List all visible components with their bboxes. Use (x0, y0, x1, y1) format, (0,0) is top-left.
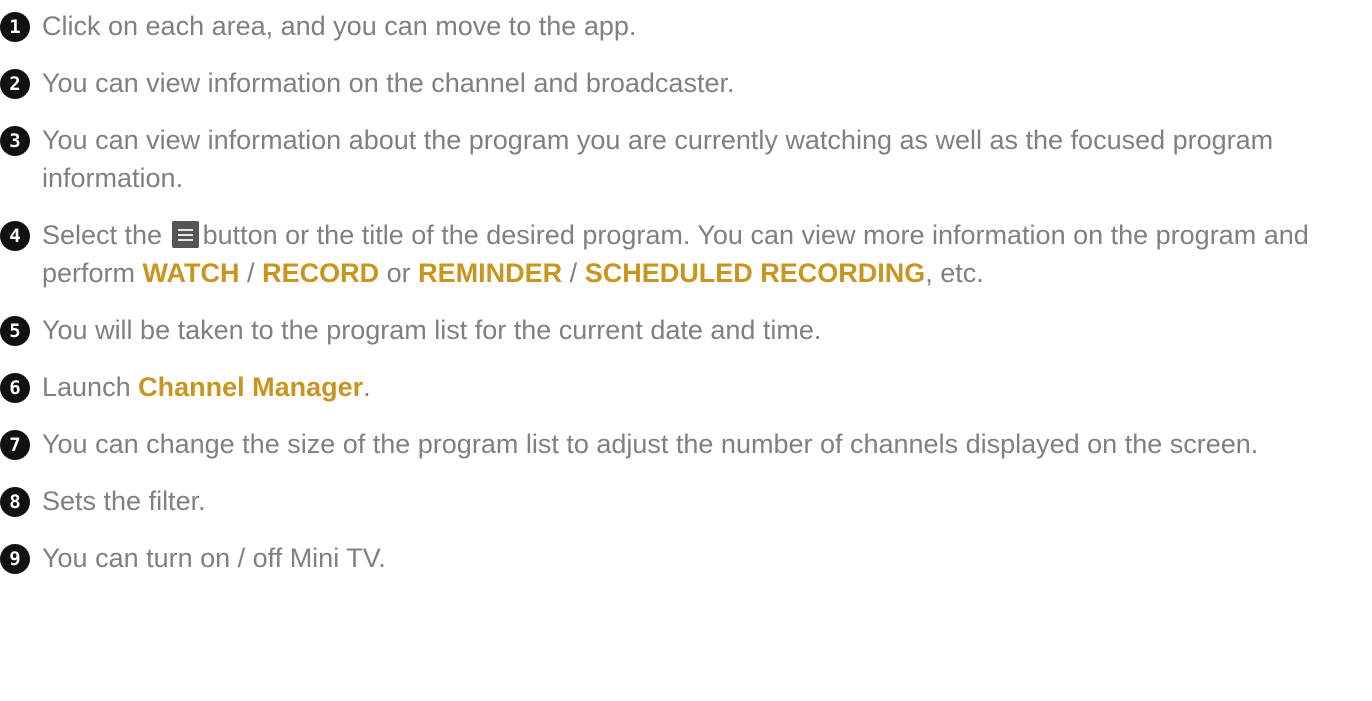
list-item-4: 4 Select the button or the title of the … (0, 216, 1372, 292)
channel-manager-label: Channel Manager (138, 372, 364, 402)
list-item-8: 8 Sets the filter. (0, 482, 1372, 520)
item-text: You can turn on / off Mini TV. (42, 543, 386, 573)
list-item-3: 3 You can view information about the pro… (0, 121, 1372, 197)
watch-label: WATCH (142, 258, 240, 288)
reminder-label: REMINDER (418, 258, 563, 288)
period-text: . (363, 372, 371, 402)
list-item-7: 7 You can change the size of the program… (0, 425, 1372, 463)
slash-separator: / (569, 258, 578, 288)
record-label: RECORD (262, 258, 380, 288)
item-text: You can change the size of the program l… (42, 429, 1259, 459)
menu-lines-icon (171, 221, 199, 249)
number-badge-2: 2 (0, 69, 30, 99)
item-text-lead: Select the (42, 220, 163, 250)
item-text-lead: Launch (42, 372, 131, 402)
list-item-6: 6 Launch Channel Manager. (0, 368, 1372, 406)
etc-text: , etc. (925, 258, 984, 288)
or-text: or (386, 258, 411, 288)
slash-separator: / (247, 258, 255, 288)
item-text: Sets the filter. (42, 486, 206, 516)
number-badge-1: 1 (0, 12, 30, 42)
instruction-list: 1 Click on each area, and you can move t… (0, 0, 1372, 577)
item-text: You can view information on the channel … (42, 68, 735, 98)
list-item-5: 5 You will be taken to the program list … (0, 311, 1372, 349)
number-badge-5: 5 (0, 316, 30, 346)
number-badge-7: 7 (0, 430, 30, 460)
list-item-9: 9 You can turn on / off Mini TV. (0, 539, 1372, 577)
item-text: You can view information about the progr… (42, 125, 1274, 193)
number-badge-4: 4 (0, 221, 30, 251)
list-item-1: 1 Click on each area, and you can move t… (0, 7, 1372, 45)
number-badge-9: 9 (0, 544, 30, 574)
item-text: You will be taken to the program list fo… (42, 315, 822, 345)
list-item-2: 2 You can view information on the channe… (0, 64, 1372, 102)
scheduled-recording-label: SCHEDULED RECORDING (584, 258, 926, 288)
number-badge-3: 3 (0, 126, 30, 156)
number-badge-6: 6 (0, 373, 30, 403)
number-badge-8: 8 (0, 487, 30, 517)
item-text: Click on each area, and you can move to … (42, 11, 637, 41)
